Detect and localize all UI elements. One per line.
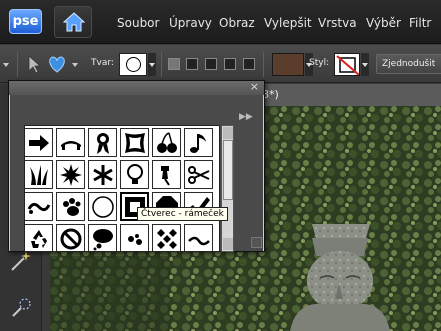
style-dropdown[interactable] [361, 53, 369, 76]
shape-paw-dots[interactable] [120, 224, 149, 251]
circle-frame-icon [126, 57, 141, 72]
options-dropdown-left[interactable] [0, 52, 12, 76]
add-mode-icon[interactable] [186, 58, 198, 70]
home-icon [63, 12, 85, 32]
shape-snowflake[interactable] [88, 160, 117, 189]
shape-wave[interactable] [184, 224, 213, 251]
exclude-mode-icon[interactable] [243, 58, 255, 70]
shape-circle-frame[interactable] [88, 192, 117, 221]
separator [263, 51, 264, 77]
cherries-icon [157, 132, 177, 153]
dots-icon [128, 234, 142, 245]
shape-grid-scrollbar[interactable] [221, 125, 234, 252]
separator [17, 51, 18, 77]
menu-item-filtr[interactable]: Filtr [409, 16, 431, 30]
scissors-icon [188, 166, 210, 184]
app-window: pse Soubor Úpravy Obraz Vylepšit Vrstva … [0, 0, 441, 331]
shape-tooltip: Čtverec - rámeček [137, 207, 228, 221]
subtract-mode-icon[interactable] [205, 58, 217, 70]
new-layer-mode-icon[interactable] [168, 58, 180, 70]
shape-cherries[interactable] [152, 128, 181, 157]
menu-item-soubor[interactable]: Soubor [117, 16, 159, 30]
shape-recycle[interactable] [25, 224, 53, 251]
menu-item-vyber[interactable]: Výběr [366, 16, 401, 30]
diamond-pattern-icon [157, 229, 177, 249]
shape-no-sign[interactable] [56, 224, 85, 251]
shape-preview-button[interactable] [119, 53, 147, 76]
shape-picker-header: × [9, 80, 264, 95]
shape-diamond-pattern[interactable] [152, 224, 181, 251]
panel-resize-handle[interactable] [251, 237, 262, 248]
recycle-icon [31, 230, 47, 248]
shape-starburst[interactable] [56, 160, 85, 189]
grass-icon [30, 165, 48, 185]
separator [161, 51, 162, 77]
menu-item-vylepsit[interactable]: Vylepšit [264, 16, 312, 30]
ribbon-icon [97, 133, 109, 154]
shape-label: Tvar: [91, 58, 114, 68]
shape-picker-panel: × [8, 80, 265, 252]
snowflake-icon [93, 165, 113, 185]
no-sign-icon [60, 228, 82, 250]
simplify-button[interactable]: Zjednodušit [376, 54, 441, 74]
menu-bar: pse Soubor Úpravy Obraz Vylepšit Vrstva … [0, 0, 441, 44]
shape-grid [24, 125, 220, 252]
style-label: Styl: [309, 58, 330, 68]
panel-menu-arrows-icon[interactable]: ▶▶ [239, 112, 253, 122]
home-button[interactable] [54, 6, 92, 38]
intersect-mode-icon[interactable] [224, 58, 236, 70]
options-bar: Tvar: Styl: Zjednodušit [0, 45, 441, 83]
shape-arrow-right[interactable] [25, 128, 53, 157]
shape-award-ribbon[interactable] [88, 128, 117, 157]
app-logo: pse [9, 9, 42, 34]
shape-pushpin[interactable] [152, 160, 181, 189]
shape-picker-dropdown[interactable] [148, 53, 156, 76]
shape-tool-dropdown[interactable] [70, 52, 80, 76]
paw-print-icon [63, 198, 81, 216]
selection-tool-button[interactable] [26, 52, 42, 76]
shape-frame-square[interactable] [120, 128, 149, 157]
banner-icon [61, 141, 81, 150]
frame-icon [125, 133, 145, 153]
scroll-thumb[interactable] [223, 140, 233, 200]
arrow-right-icon [29, 135, 49, 151]
shape-paw-print[interactable] [56, 192, 85, 221]
scroll-up-button[interactable] [223, 127, 233, 139]
shape-scissors[interactable] [184, 160, 213, 189]
arrow-cursor-icon [28, 55, 42, 74]
heart-icon [49, 56, 65, 73]
menu-item-vrstva[interactable]: Vrstva [318, 16, 357, 30]
close-icon[interactable]: × [250, 80, 259, 93]
shape-picker-body [10, 95, 263, 252]
shape-grass[interactable] [25, 160, 53, 189]
swirl-icon [27, 202, 51, 214]
wave-icon [188, 236, 210, 246]
thought-bubble-icon [93, 229, 113, 251]
scroll-down-button[interactable] [223, 238, 233, 250]
shape-curved-banner[interactable] [56, 128, 85, 157]
circle-frame-icon [92, 196, 114, 218]
shape-music-note[interactable] [184, 128, 213, 157]
no-style-icon [336, 55, 359, 75]
starburst-icon [60, 164, 82, 186]
quick-selection-icon[interactable] [8, 296, 34, 322]
music-note-icon [190, 134, 206, 153]
shape-thought-bubble[interactable] [88, 224, 117, 251]
style-swatch[interactable] [334, 53, 360, 76]
light-bulb-icon [127, 164, 143, 184]
menu-item-obraz[interactable]: Obraz [219, 16, 255, 30]
shape-ornament-swirl[interactable] [25, 192, 53, 221]
menu-item-upravy[interactable]: Úpravy [169, 16, 212, 30]
pushpin-icon [161, 166, 170, 186]
color-swatch[interactable] [272, 53, 304, 76]
custom-shape-tool-button[interactable] [46, 52, 68, 76]
shape-light-bulb[interactable] [120, 160, 149, 189]
